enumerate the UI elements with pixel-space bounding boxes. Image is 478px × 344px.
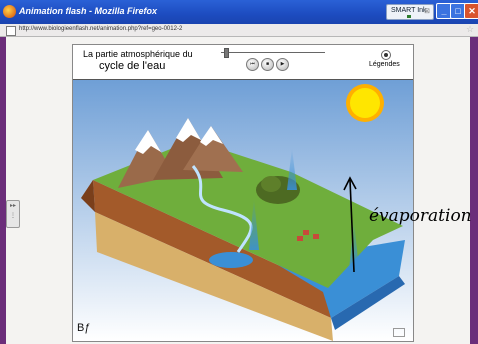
- desktop-right-edge: [470, 37, 478, 344]
- smart-ink-indicator-icon: [407, 15, 411, 18]
- star-icon[interactable]: ☆: [466, 24, 474, 35]
- water-cycle-illustration: [73, 80, 413, 341]
- animation-header: La partie atmosphérique du cycle de l'ea…: [73, 45, 413, 80]
- flash-animation[interactable]: La partie atmosphérique du cycle de l'ea…: [72, 44, 414, 342]
- progress-slider[interactable]: [221, 52, 325, 53]
- address-bar[interactable]: http://www.biologieenflash.net/animation…: [0, 24, 478, 37]
- smart-ink-label: SMART Ink: [391, 7, 427, 14]
- mail-icon[interactable]: [393, 328, 405, 337]
- sidebar-handle-icon[interactable]: ▸▸ ⋮: [6, 200, 20, 228]
- animation-title-line2: cycle de l'eau: [99, 60, 166, 72]
- smart-ink-button[interactable]: SMART Ink ⊠: [386, 4, 434, 20]
- stop-button[interactable]: ■: [261, 58, 274, 71]
- rewind-button[interactable]: ⏮: [246, 58, 259, 71]
- legend-label: Légendes: [369, 61, 400, 68]
- progress-slider-thumb[interactable]: [224, 48, 230, 58]
- legend-toggle[interactable]: [381, 50, 391, 60]
- url-text[interactable]: http://www.biologieenflash.net/animation…: [19, 26, 182, 32]
- title-bar[interactable]: Animation flash - Mozilla Firefox SMART …: [0, 0, 478, 24]
- page-icon: [6, 26, 16, 36]
- sun-icon: [346, 84, 384, 122]
- lake: [209, 252, 253, 268]
- animation-title-line1: La partie atmosphérique du: [83, 49, 193, 59]
- annotation-text: évaporation: [369, 206, 472, 226]
- credit-logo: Bƒ: [77, 322, 91, 334]
- close-button[interactable]: ✕: [464, 3, 478, 19]
- browser-window: Animation flash - Mozilla Firefox SMART …: [0, 0, 478, 344]
- smart-ink-close-icon[interactable]: ⊠: [424, 7, 430, 15]
- firefox-icon: [3, 5, 16, 18]
- window-title: Animation flash - Mozilla Firefox: [19, 6, 158, 16]
- play-button[interactable]: ▶: [276, 58, 289, 71]
